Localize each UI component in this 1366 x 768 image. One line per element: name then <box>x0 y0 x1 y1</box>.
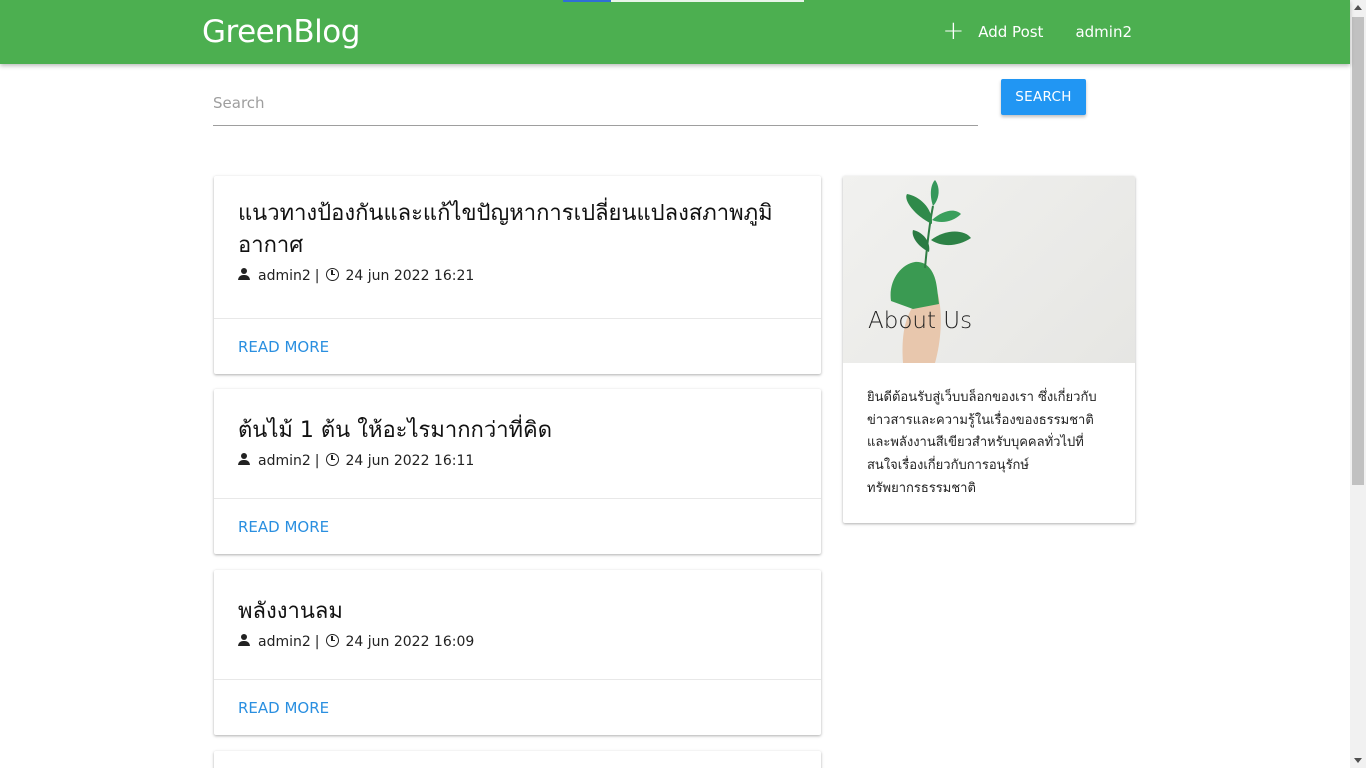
post-card: ต้นไม้ 1 ต้น ให้อะไรมากกว่าที่คิด admin2… <box>214 389 821 554</box>
clock-icon <box>325 633 339 647</box>
post-card-action: READ MORE <box>214 498 821 554</box>
person-icon <box>238 453 250 465</box>
post-card-action: READ MORE <box>214 679 821 735</box>
plus-icon: + <box>942 15 965 46</box>
post-title[interactable]: พลังงานลม <box>238 596 797 628</box>
read-more-link[interactable]: READ MORE <box>238 338 329 356</box>
about-image: About Us <box>843 176 1135 363</box>
post-meta: admin2 | 24 jun 2022 16:09 <box>238 633 797 650</box>
scroll-up-arrow-icon[interactable] <box>1354 5 1362 10</box>
post-author: admin2 <box>258 634 311 650</box>
nav-actions: + Add Post admin2 <box>942 0 1132 64</box>
page-scrollbar[interactable] <box>1350 0 1366 768</box>
post-date: 24 jun 2022 16:09 <box>345 634 475 650</box>
meta-separator: | <box>314 268 320 284</box>
about-description: ยินดีต้อนรับสู่เว็บบล็อกของเรา ซึ่งเกี่ย… <box>867 390 1097 496</box>
about-title: About Us <box>868 308 973 334</box>
post-card-partial <box>214 751 821 768</box>
search-input[interactable] <box>213 90 978 116</box>
search-button[interactable]: SEARCH <box>1001 79 1086 115</box>
meta-separator: | <box>314 634 320 650</box>
post-card-action: READ MORE <box>214 318 821 374</box>
loading-bar-track <box>611 0 804 2</box>
post-card-body: พลังงานลม admin2 | 24 jun 2022 16:09 <box>214 570 821 650</box>
post-date: 24 jun 2022 16:21 <box>345 268 475 284</box>
clock-icon <box>325 267 339 281</box>
scrollbar-thumb[interactable] <box>1352 17 1364 485</box>
post-date: 24 jun 2022 16:11 <box>345 453 475 469</box>
loading-bar-segment <box>563 0 611 2</box>
hand-holding-plant-icon <box>890 180 971 363</box>
post-meta: admin2 | 24 jun 2022 16:21 <box>238 267 797 284</box>
add-post-button[interactable]: + Add Post <box>942 15 1044 46</box>
meta-separator: | <box>314 453 320 469</box>
search-field <box>213 80 978 126</box>
post-card-body: ต้นไม้ 1 ต้น ให้อะไรมากกว่าที่คิด admin2… <box>214 389 821 469</box>
post-card: พลังงานลม admin2 | 24 jun 2022 16:09 REA… <box>214 570 821 735</box>
post-title[interactable]: ต้นไม้ 1 ต้น ให้อะไรมากกว่าที่คิด <box>238 415 797 447</box>
person-icon <box>238 634 250 646</box>
post-card: แนวทางป้องกันและแก้ไขปัญหาการเปลี่ยนแปลง… <box>214 176 821 374</box>
post-author: admin2 <box>258 453 311 469</box>
post-title[interactable]: แนวทางป้องกันและแก้ไขปัญหาการเปลี่ยนแปลง… <box>238 198 797 262</box>
user-menu-link[interactable]: admin2 <box>1075 23 1132 41</box>
post-card-body: แนวทางป้องกันและแก้ไขปัญหาการเปลี่ยนแปลง… <box>214 176 821 284</box>
about-card: About Us ยินดีต้อนรับสู่เว็บบล็อกของเรา … <box>843 176 1135 523</box>
read-more-link[interactable]: READ MORE <box>238 699 329 717</box>
clock-icon <box>325 452 339 466</box>
brand-logo-link[interactable]: GreenBlog <box>202 14 360 50</box>
top-navbar: GreenBlog + Add Post admin2 <box>0 0 1350 64</box>
add-post-label: Add Post <box>978 23 1044 41</box>
read-more-link[interactable]: READ MORE <box>238 518 329 536</box>
post-meta: admin2 | 24 jun 2022 16:11 <box>238 452 797 469</box>
person-icon <box>238 268 250 280</box>
post-author: admin2 <box>258 268 311 284</box>
scroll-down-arrow-icon[interactable] <box>1354 758 1362 763</box>
